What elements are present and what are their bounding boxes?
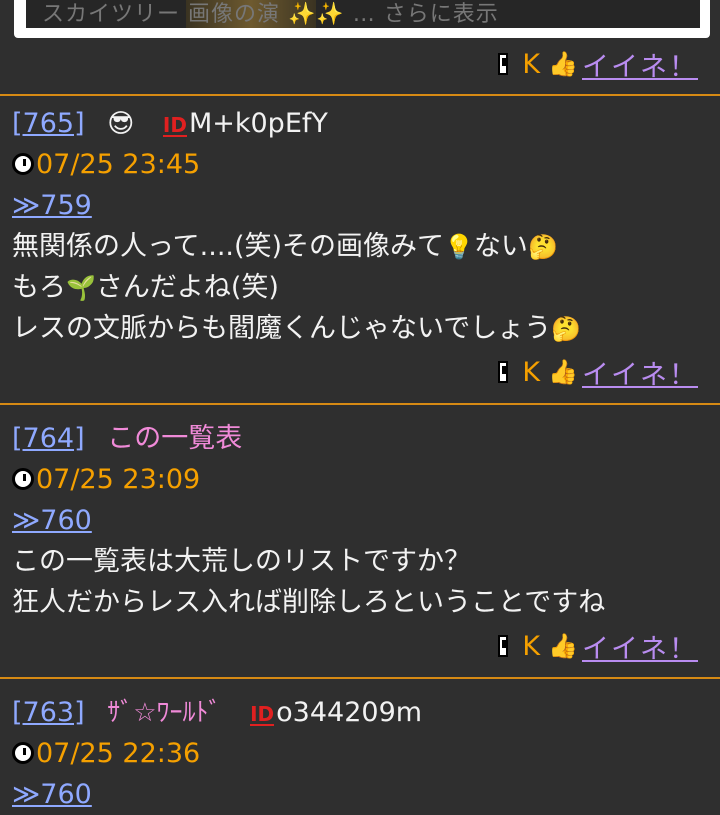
- post-body-line: もろ🌱さんだよね(笑): [12, 267, 712, 308]
- post-footer: K 👍 イイネ！: [498, 48, 698, 83]
- id-icon: ID: [250, 702, 275, 726]
- reply-line: ≫760: [12, 500, 712, 541]
- post-header: [763] ｻﾞ☆ﾜｰﾙﾄﾞ IDo344209m: [12, 692, 712, 733]
- seedling-icon: 🌱: [66, 274, 96, 302]
- post-footer: K 👍 イイネ！: [498, 356, 698, 391]
- poster-name: ｻﾞ☆ﾜｰﾙﾄﾞ: [107, 698, 222, 728]
- body-text: この一覧表は大荒しのリストですか？: [12, 546, 471, 577]
- reply-anchor-link[interactable]: ≫760: [12, 779, 92, 810]
- reply-line: ≫759: [12, 185, 712, 226]
- clock-icon: [12, 153, 34, 175]
- carrier-label: K: [522, 630, 541, 662]
- sunglasses-emoji-icon: 😎: [107, 109, 135, 139]
- post-body-line: 狂人だからレス入れば削除しろということですね: [12, 582, 712, 623]
- image-caption: スカイツリー 画像の演 ✨✨ … さらに表示: [42, 2, 499, 27]
- body-text: もろ: [12, 272, 66, 303]
- post-date-line: 07/25 22:36: [12, 733, 712, 774]
- clock-icon: [12, 468, 34, 490]
- post-date: 07/25 22:36: [36, 738, 201, 769]
- body-text: ない: [473, 231, 528, 262]
- post-divider: [0, 677, 720, 679]
- clock-icon: [12, 742, 34, 764]
- body-text: 無関係の人って....(笑)その画像みて: [12, 231, 445, 262]
- body-text: 狂人だからレス入れば削除しろということですね: [12, 587, 606, 618]
- like-link[interactable]: イイネ！: [582, 627, 698, 666]
- post-divider: [0, 94, 720, 96]
- like-link[interactable]: イイネ！: [582, 353, 698, 392]
- post-763: [763] ｻﾞ☆ﾜｰﾙﾄﾞ IDo344209m 07/25 22:36 ≫7…: [12, 692, 712, 815]
- mobile-phone-icon: [498, 53, 509, 75]
- post-765: [765] 😎 IDM+k0pEfY 07/25 23:45 ≫759 無関係の…: [12, 103, 712, 349]
- body-text: レスの文脈からも閻魔くんじゃないでしょう: [12, 313, 552, 344]
- thumbs-up-icon: 👍: [548, 358, 578, 386]
- thumbs-up-icon: 👍: [548, 50, 578, 78]
- post-header: [765] 😎 IDM+k0pEfY: [12, 103, 712, 144]
- top-image-card[interactable]: スカイツリー 画像の演 ✨✨ … さらに表示: [14, 0, 710, 38]
- post-body-line: この一覧表は大荒しのリストですか？: [12, 541, 712, 582]
- post-number-link[interactable]: [765]: [12, 108, 85, 139]
- poster-name: この一覧表: [107, 423, 243, 454]
- post-date-line: 07/25 23:09: [12, 459, 712, 500]
- carrier-label: K: [522, 48, 541, 80]
- thinking-face-icon: 🤔: [527, 233, 558, 261]
- carrier-label: K: [522, 356, 541, 388]
- post-number-link[interactable]: [763]: [12, 697, 85, 728]
- thinking-face-icon: 🤔: [551, 315, 582, 343]
- post-body-line: レスの文脈からも閻魔くんじゃないでしょう🤔: [12, 308, 712, 349]
- poster-id: o344209m: [276, 697, 423, 728]
- reply-anchor-link[interactable]: ≫759: [12, 190, 92, 221]
- light-bulb-icon: 💡: [444, 233, 474, 261]
- reply-line: ≫760: [12, 774, 712, 815]
- post-body-line: 無関係の人って....(笑)その画像みて💡ない🤔: [12, 226, 712, 267]
- thumbs-up-icon: 👍: [548, 632, 578, 660]
- poster-id: M+k0pEfY: [188, 108, 328, 139]
- body-text: さんだよね(笑): [95, 272, 279, 303]
- post-divider: [0, 403, 720, 405]
- id-icon: ID: [162, 113, 187, 137]
- mobile-phone-icon: [498, 635, 509, 657]
- post-764: [764] この一覧表 07/25 23:09 ≫760 この一覧表は大荒しのリ…: [12, 418, 712, 623]
- post-footer: K 👍 イイネ！: [498, 630, 698, 665]
- post-number-link[interactable]: [764]: [12, 423, 85, 454]
- image-preview[interactable]: スカイツリー 画像の演 ✨✨ … さらに表示: [26, 0, 700, 28]
- mobile-phone-icon: [498, 361, 509, 383]
- like-link[interactable]: イイネ！: [582, 45, 698, 84]
- post-date: 07/25 23:45: [36, 149, 201, 180]
- post-date-line: 07/25 23:45: [12, 144, 712, 185]
- reply-anchor-link[interactable]: ≫760: [12, 505, 92, 536]
- post-header: [764] この一覧表: [12, 418, 712, 459]
- post-date: 07/25 23:09: [36, 464, 201, 495]
